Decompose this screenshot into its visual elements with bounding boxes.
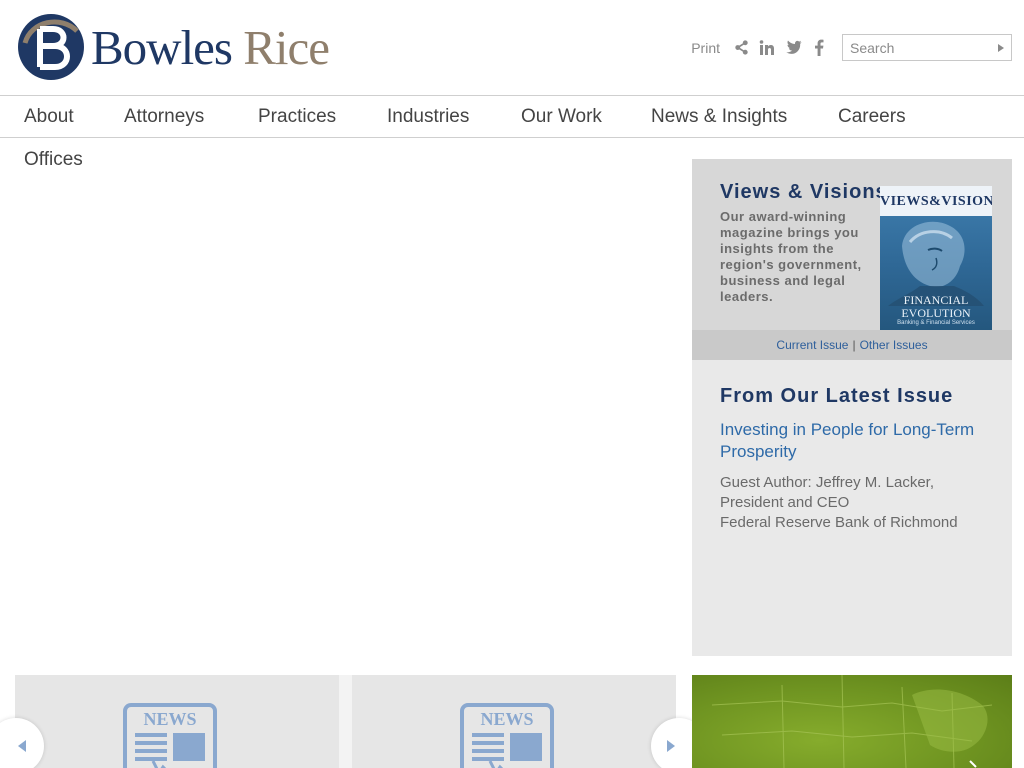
- logo-word-bowles: Bowles: [91, 19, 233, 75]
- latest-article-link[interactable]: Investing in People for Long-Term Prospe…: [720, 419, 1000, 463]
- caret-right-icon: [998, 43, 1004, 52]
- nav-item-practices[interactable]: Practices: [258, 106, 336, 128]
- search-box: [842, 34, 1012, 61]
- magazine-cover-image[interactable]: VIEWS&VISIONS FINANCIAL EVOLUTION Bankin…: [880, 186, 992, 330]
- twitter-icon[interactable]: [784, 39, 802, 57]
- linkedin-icon[interactable]: [758, 39, 776, 57]
- other-issues-link[interactable]: Other Issues: [860, 338, 928, 352]
- news-document-icon: NEWS: [123, 703, 217, 768]
- site-header: Bowles Rice Print: [0, 0, 1024, 96]
- author-line-2: President and CEO: [720, 494, 850, 511]
- search-input[interactable]: [843, 35, 993, 60]
- nav-item-about[interactable]: About: [24, 106, 74, 128]
- logo-word-rice: Rice: [243, 19, 330, 75]
- link-separator: |: [852, 338, 856, 352]
- news-document-icon: NEWS: [460, 703, 554, 768]
- author-line-1: Guest Author: Jeffrey M. Lacker,: [720, 474, 934, 491]
- nav-item-attorneys[interactable]: Attorneys: [124, 106, 204, 128]
- news-card-2[interactable]: NEWS: [352, 675, 676, 768]
- logo-b-mark-icon: [18, 14, 84, 80]
- article-author: Guest Author: Jeffrey M. Lacker, Preside…: [720, 473, 1000, 533]
- nav-item-careers[interactable]: Careers: [838, 106, 906, 128]
- share-icon[interactable]: [732, 39, 750, 57]
- news-icon-label: NEWS: [143, 709, 196, 729]
- bowles-rice-logo[interactable]: Bowles Rice: [17, 13, 330, 81]
- current-issue-link[interactable]: Current Issue: [776, 338, 848, 352]
- nav-item-news-insights[interactable]: News & Insights: [651, 106, 787, 128]
- arrow-right-icon: [667, 740, 675, 752]
- author-line-3: Federal Reserve Bank of Richmond: [720, 514, 958, 531]
- magazine-promo: Views & Visions Our award-winning magazi…: [692, 159, 1012, 330]
- nav-item-industries[interactable]: Industries: [387, 106, 469, 128]
- logo-wordmark: Bowles Rice: [91, 19, 330, 75]
- nav-item-offices[interactable]: Offices: [24, 149, 83, 171]
- header-tools: Print: [691, 34, 1012, 61]
- facebook-icon[interactable]: [810, 39, 828, 57]
- issue-links: Current Issue | Other Issues: [692, 330, 1012, 360]
- latest-issue-heading: From Our Latest Issue: [720, 385, 954, 407]
- print-link[interactable]: Print: [691, 40, 720, 56]
- magazine-title: Views & Visions: [720, 181, 888, 203]
- magazine-description: Our award-winning magazine brings you in…: [720, 209, 862, 304]
- arrow-left-icon: [18, 740, 26, 752]
- offices-map-card[interactable]: [692, 675, 1012, 768]
- views-visions-sidebar: Views & Visions Our award-winning magazi…: [692, 159, 1012, 656]
- news-icon-label: NEWS: [480, 709, 533, 729]
- search-submit-button[interactable]: [993, 36, 1009, 60]
- carousel-gap: [339, 675, 352, 768]
- nav-item-our-work[interactable]: Our Work: [521, 106, 602, 128]
- cover-headline: FINANCIAL EVOLUTION: [901, 293, 971, 320]
- main-navigation: About Attorneys Practices Industries Our…: [0, 95, 1024, 138]
- map-illustration: [711, 675, 993, 768]
- cover-subtitle: Banking & Financial Services: [897, 320, 975, 326]
- news-card-1[interactable]: NEWS: [15, 675, 339, 768]
